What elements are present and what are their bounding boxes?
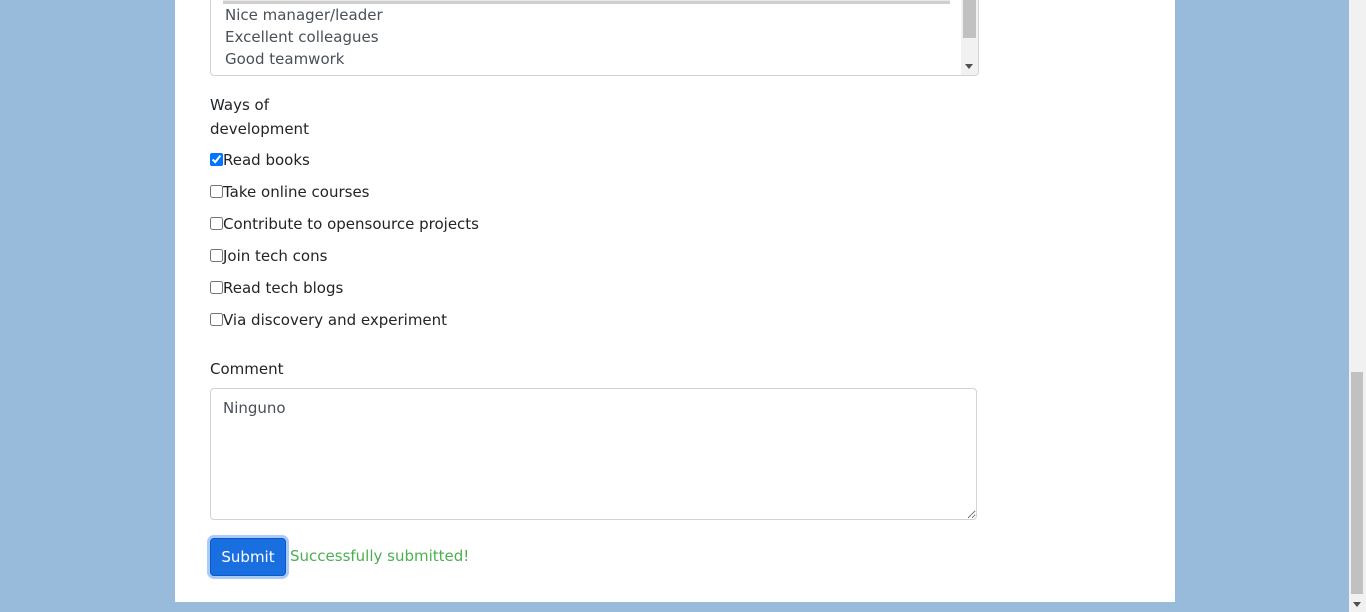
checkbox-input[interactable] xyxy=(210,216,223,230)
submit-button[interactable]: Submit xyxy=(210,538,286,576)
success-message: Successfully submitted! xyxy=(290,547,470,565)
checkbox-input[interactable] xyxy=(210,152,223,166)
reasons-listbox[interactable]: Nice manager/leader Excellent colleagues… xyxy=(210,0,979,76)
development-label: Ways of development xyxy=(210,93,309,141)
checkbox-input[interactable] xyxy=(210,280,223,294)
checkbox-discovery[interactable]: Via discovery and experiment xyxy=(210,310,447,330)
checkbox-label: Read tech blogs xyxy=(223,279,344,297)
development-label-line1: Ways of xyxy=(210,96,269,114)
listbox-scroll-down-icon[interactable] xyxy=(965,64,973,69)
page-scrollbar[interactable] xyxy=(1349,0,1366,612)
checkbox-opensource[interactable]: Contribute to opensource projects xyxy=(210,214,479,234)
checkbox-label: Contribute to opensource projects xyxy=(223,215,479,233)
comment-label: Comment xyxy=(210,360,284,378)
listbox-scrollbar-thumb[interactable] xyxy=(963,0,976,38)
listbox-option[interactable]: Excellent colleagues xyxy=(225,26,379,48)
checkbox-label: Read books xyxy=(223,151,310,169)
checkbox-label: Take online courses xyxy=(223,183,370,201)
form-card: Nice manager/leader Excellent colleagues… xyxy=(175,0,1175,602)
checkbox-label: Via discovery and experiment xyxy=(223,311,448,329)
listbox-option[interactable]: Good teamwork xyxy=(225,48,344,70)
comment-textarea[interactable] xyxy=(210,388,977,520)
listbox-option[interactable]: Nice manager/leader xyxy=(225,4,383,26)
listbox-scrollbar[interactable] xyxy=(961,0,978,75)
checkbox-tech-cons[interactable]: Join tech cons xyxy=(210,246,327,266)
checkbox-tech-blogs[interactable]: Read tech blogs xyxy=(210,278,343,298)
checkbox-read-books[interactable]: Read books xyxy=(210,150,310,170)
checkbox-input[interactable] xyxy=(210,248,223,262)
checkbox-online-courses[interactable]: Take online courses xyxy=(210,182,370,202)
page-scroll-down-icon[interactable] xyxy=(1353,602,1361,607)
checkbox-label: Join tech cons xyxy=(223,247,328,265)
development-label-line2: development xyxy=(210,120,309,138)
checkbox-input[interactable] xyxy=(210,184,223,198)
page-scrollbar-thumb[interactable] xyxy=(1351,372,1363,594)
checkbox-input[interactable] xyxy=(210,312,223,326)
